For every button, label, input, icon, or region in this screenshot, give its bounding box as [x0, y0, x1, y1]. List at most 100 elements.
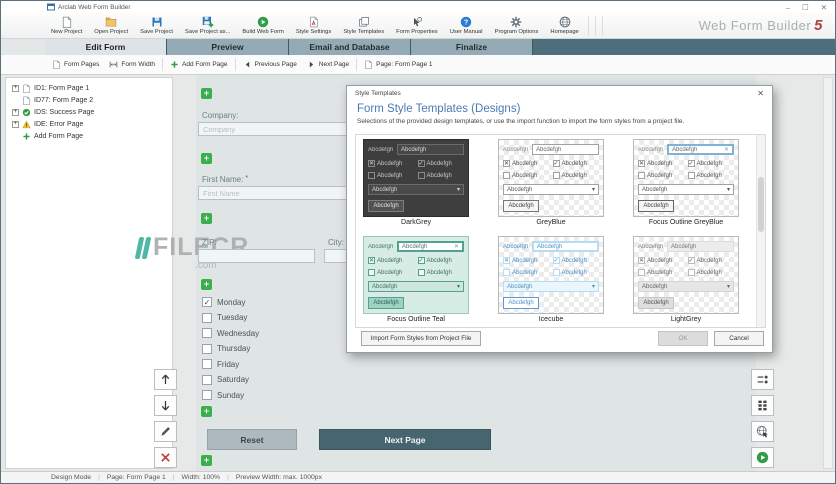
- pagebar-next-page-button[interactable]: Next Page: [302, 58, 354, 71]
- ok-button[interactable]: OK: [658, 331, 708, 346]
- move-down-button[interactable]: [154, 395, 177, 416]
- scrollbar-thumb[interactable]: [758, 177, 764, 232]
- checkbox[interactable]: [202, 359, 212, 369]
- checkbox[interactable]: [202, 312, 212, 323]
- add-element-button[interactable]: +: [201, 213, 212, 224]
- maximize-button[interactable]: ☐: [802, 3, 809, 12]
- sample-button: Abcdefgh: [503, 297, 539, 309]
- tab-email-and-database[interactable]: Email and Database: [289, 39, 411, 55]
- sample-button: Abcdefgh: [368, 200, 404, 212]
- expand-toggle-icon[interactable]: +: [12, 108, 19, 116]
- layout-blocks-button[interactable]: [751, 395, 774, 416]
- template-lightgrey[interactable]: Abcdefgh Abcdefgh ✕ Abcdefgh ✓ Abcdefgh Abcdef…: [633, 236, 739, 323]
- pagebar-form-width-button[interactable]: Form Width: [104, 58, 160, 71]
- tree-item-id1-form-page-1[interactable]: + ID1: Form Page 1: [6, 82, 172, 94]
- pagebar-add-form-page-button[interactable]: Add Form Page: [165, 58, 233, 71]
- pagebar-previous-page-button[interactable]: Previous Page: [238, 58, 302, 71]
- edit-button[interactable]: [154, 421, 177, 442]
- template-focus-outline-greyblue[interactable]: Abcdefgh Abcdefgh ✕ ✕ Abcdefgh ✓ Abcdefgh Abcde…: [633, 139, 739, 226]
- web-preview-button[interactable]: [751, 421, 774, 442]
- chevron-down-icon: ▾: [726, 187, 730, 193]
- sample-text: Abcdefgh: [377, 172, 403, 179]
- program-options-icon: [510, 16, 522, 28]
- toolbar-separator: [587, 16, 589, 35]
- add-element-button[interactable]: +: [201, 153, 212, 164]
- reset-button[interactable]: Reset: [207, 429, 297, 450]
- tab-finalize[interactable]: Finalize: [411, 39, 533, 55]
- add-element-button[interactable]: +: [201, 279, 212, 290]
- blocks-icon: [756, 399, 769, 412]
- day-label: Friday: [217, 359, 240, 369]
- close-button[interactable]: ✕: [821, 3, 827, 12]
- day-row-sunday: Sunday: [202, 390, 244, 400]
- template-darkgrey[interactable]: Abcdefgh Abcdefgh ✕ Abcdefgh ✓ Abcdefgh Abcdef…: [363, 139, 469, 226]
- status-item: Design Mode: [51, 474, 92, 481]
- chevron-down-icon: ▾: [591, 284, 595, 290]
- checkbox[interactable]: ✓: [202, 297, 212, 307]
- toolbar-style-templates-button[interactable]: Style Templates: [337, 14, 390, 38]
- expand-toggle-icon[interactable]: +: [12, 120, 19, 128]
- preview-row: Abcdefgh ▾: [368, 281, 464, 292]
- user-manual-icon: ?: [460, 16, 472, 28]
- add-element-button[interactable]: +: [201, 88, 212, 99]
- first-name-label: First Name: *: [202, 175, 248, 184]
- element-list-button[interactable]: [751, 369, 774, 390]
- next-page-button[interactable]: Next Page: [319, 429, 491, 450]
- sample-select: Abcdefgh ▾: [503, 184, 599, 195]
- sample-text: Abcdefgh: [696, 257, 722, 264]
- sample-text: Abcdefgh: [638, 146, 664, 153]
- sample-checkbox-group: Abcdefgh: [368, 172, 415, 179]
- tab-edit-form[interactable]: Edit Form: [45, 39, 167, 55]
- toolbar-button-label: Form Properties: [396, 29, 438, 35]
- toolbar-new-project-button[interactable]: New Project: [45, 14, 88, 38]
- doc-icon: [52, 60, 61, 69]
- dialog-scrollbar[interactable]: [756, 135, 765, 327]
- import-styles-button[interactable]: Import Form Styles from Project File: [361, 331, 481, 346]
- toolbar-form-properties-button[interactable]: Form Properties: [390, 14, 444, 38]
- sample-checkbox: ✕: [638, 160, 645, 167]
- sample-text: Abcdefgh: [643, 300, 669, 306]
- expand-toggle-icon[interactable]: +: [12, 84, 19, 92]
- add-element-button[interactable]: +: [201, 455, 212, 466]
- sample-checkbox-group: Abcdefgh: [638, 269, 685, 276]
- build-form-button[interactable]: [751, 447, 774, 468]
- checkbox[interactable]: [202, 390, 212, 400]
- checkbox[interactable]: [202, 343, 212, 354]
- add-element-button[interactable]: +: [201, 406, 212, 417]
- width-icon: [109, 60, 118, 69]
- template-preview: Abcdefgh Abcdefgh ✕ ✕ Abcdefgh ✓ Abcdefgh Abcde…: [633, 139, 739, 217]
- move-up-button[interactable]: [154, 369, 177, 390]
- tree-item-id77-form-page-2[interactable]: ID77: Form Page 2: [6, 94, 172, 106]
- toolbar-program-options-button[interactable]: Program Options: [489, 14, 545, 38]
- tab-preview[interactable]: Preview: [167, 39, 289, 55]
- toolbar-open-project-button[interactable]: Open Project: [88, 14, 134, 38]
- toolbar-style-settings-button[interactable]: Style Settings: [290, 14, 337, 38]
- save-project-as-icon: [202, 16, 214, 28]
- template-icecube[interactable]: Abcdefgh Abcdefgh ✕ Abcdefgh ✓ Abcdefgh Abcdef…: [498, 236, 604, 323]
- pagebar-page-form-page-1-button[interactable]: Page: Form Page 1: [359, 58, 437, 71]
- delete-button[interactable]: [154, 447, 177, 468]
- toolbar-save-project-as-button[interactable]: Save Project as...: [179, 14, 236, 38]
- checkbox[interactable]: [202, 374, 212, 385]
- tree-item-ids-success-page[interactable]: + IDS: Success Page: [6, 106, 172, 118]
- zip-input[interactable]: [198, 249, 315, 263]
- toolbar-user-manual-button[interactable]: ? User Manual: [444, 14, 489, 38]
- canvas-scrollbar[interactable]: [823, 77, 833, 469]
- toolbar-save-project-button[interactable]: Save Project: [134, 14, 179, 38]
- toolbar-build-web-form-button[interactable]: Build Web Form: [236, 14, 289, 38]
- toolbar-homepage-button[interactable]: Homepage: [544, 14, 584, 38]
- tree-item-ide-error-page[interactable]: + IDE: Error Page: [6, 118, 172, 130]
- checkbox[interactable]: [202, 328, 212, 338]
- style-templates-icon: [358, 16, 370, 28]
- template-greyblue[interactable]: Abcdefgh Abcdefgh ✕ Abcdefgh ✓ Abcdefgh Abcdef…: [498, 139, 604, 226]
- app-window: Arclab Web Form Builder – ☐ ✕ New Projec…: [0, 0, 836, 484]
- sample-text: Abcdefgh: [638, 243, 664, 250]
- sample-checkbox: [638, 172, 645, 179]
- dialog-close-button[interactable]: ✕: [757, 89, 764, 98]
- cancel-button[interactable]: Cancel: [714, 331, 764, 346]
- pagebar-form-pages-button[interactable]: Form Pages: [47, 58, 104, 71]
- minimize-button[interactable]: –: [786, 3, 790, 12]
- sample-checkbox-group: ✕ Abcdefgh: [638, 257, 685, 264]
- tree-item-add-form-page[interactable]: Add Form Page: [6, 130, 172, 142]
- template-focus-outline-teal[interactable]: Abcdefgh Abcdefgh ✕ ✕ Abcdefgh ✓ Abcdefgh Abcde…: [363, 236, 469, 323]
